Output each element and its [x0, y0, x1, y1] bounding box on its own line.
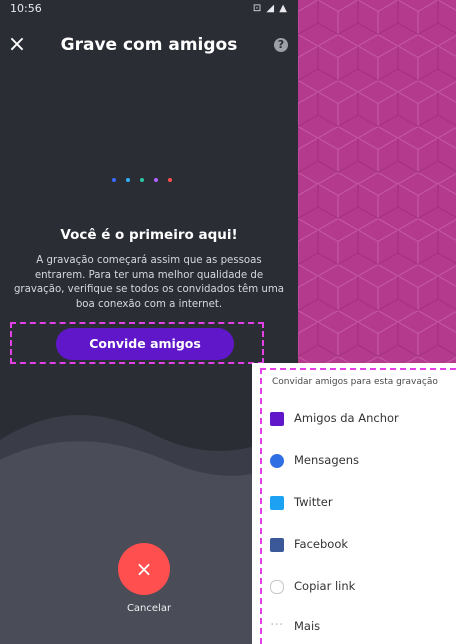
loading-dot: [154, 178, 158, 182]
invite-friends-button[interactable]: Convide amigos: [56, 328, 234, 360]
share-item-label: Amigos da Anchor: [294, 411, 399, 425]
share-item-label: Copiar link: [294, 579, 356, 593]
share-item-messages[interactable]: Mensagens: [260, 447, 456, 477]
facebook-icon: [270, 538, 284, 552]
loading-dot: [112, 178, 116, 182]
share-item-label: Mais: [294, 619, 321, 633]
loading-dot: [140, 178, 144, 182]
share-item-facebook[interactable]: Facebook: [260, 531, 456, 561]
messages-icon: [270, 454, 284, 468]
status-bar: 10:56 ⊡ ◢ ▲: [0, 0, 298, 18]
share-item-label: Mensagens: [294, 453, 359, 467]
share-item-label: Facebook: [294, 537, 349, 551]
cancel-button[interactable]: ×: [118, 543, 170, 595]
empty-state-description: A gravação começará assim que as pessoas…: [13, 255, 285, 310]
share-item-copy-link[interactable]: Copiar link: [260, 573, 456, 603]
status-time: 10:56: [10, 2, 42, 15]
empty-state-heading: Você é o primeiro aqui!: [60, 227, 238, 243]
twitter-icon: [270, 496, 284, 510]
share-item-label: Twitter: [294, 495, 333, 509]
close-icon: ×: [135, 557, 153, 581]
help-icon[interactable]: ?: [274, 38, 288, 52]
link-icon: [270, 580, 284, 594]
anchor-icon: [270, 412, 284, 426]
loading-dot: [126, 178, 130, 182]
loading-dots: [112, 178, 182, 184]
share-item-more[interactable]: ··· Mais: [260, 613, 456, 643]
loading-dot: [168, 178, 172, 182]
share-sheet-title: Convidar amigos para esta gravação: [272, 377, 438, 387]
status-icons: ⊡ ◢ ▲: [252, 3, 288, 14]
more-icon: ···: [270, 617, 284, 633]
page-title: Grave com amigos: [60, 35, 238, 55]
share-item-twitter[interactable]: Twitter: [260, 489, 456, 519]
share-item-anchor-friends[interactable]: Amigos da Anchor: [260, 405, 456, 435]
